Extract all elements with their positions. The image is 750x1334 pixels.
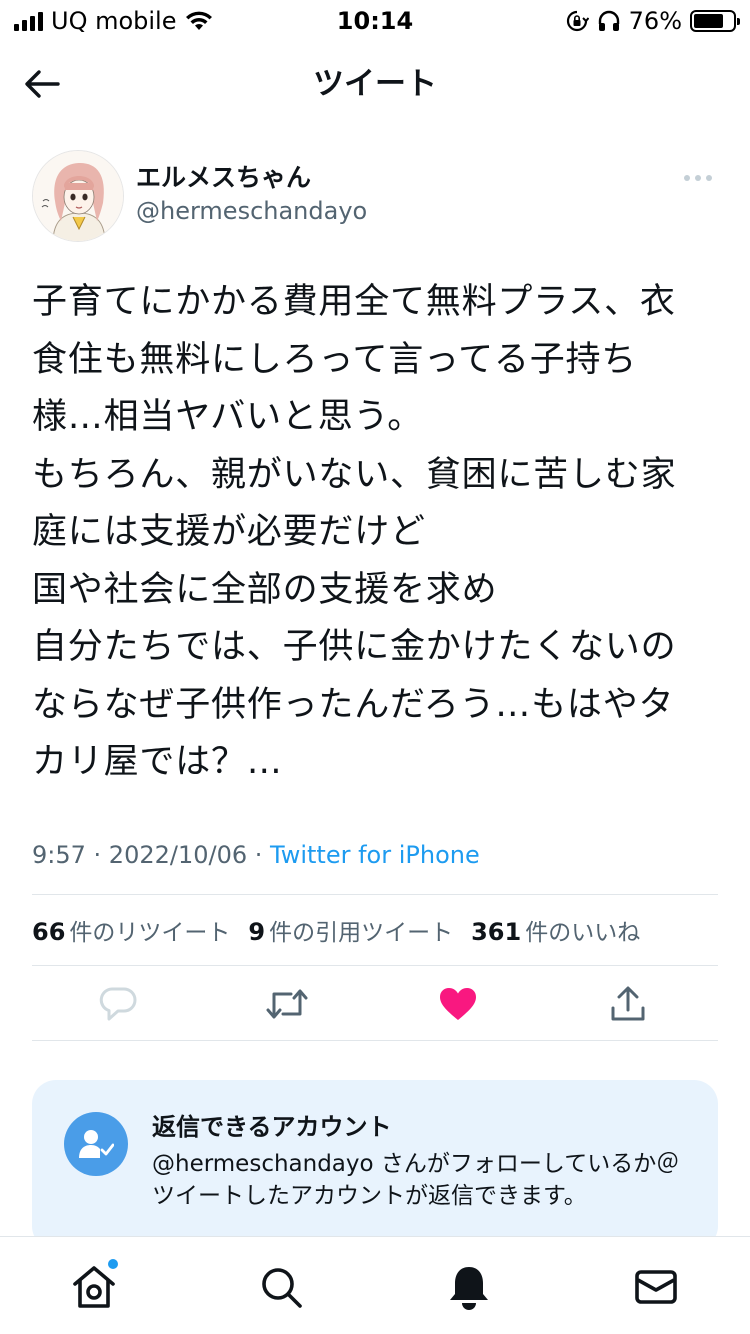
- orientation-lock-icon: [566, 10, 589, 32]
- retweet-icon: [266, 989, 308, 1019]
- divider: [32, 965, 718, 966]
- tweet-time[interactable]: 9:57: [32, 841, 86, 869]
- share-icon: [611, 986, 645, 1021]
- meta-separator: ·: [247, 841, 271, 869]
- retweets-label: 件のリツイート: [69, 920, 231, 946]
- tweet-text-line: 庭には支援が必要だけど: [32, 512, 426, 552]
- battery-percent: 76%: [628, 7, 682, 35]
- tweet-timestamp: 9:57 · 2022/10/06 · Twitter for iPhone: [32, 838, 480, 872]
- home-notification-badge: [108, 1259, 118, 1269]
- user-handle[interactable]: @hermeschandayo: [136, 196, 367, 226]
- tweet-text-line: 子育てにかかる費用全て無料プラス、衣: [32, 282, 676, 322]
- bell-icon: [450, 1267, 488, 1310]
- tweet-stats: 66 件のリツイート 9 件の引用ツイート 361 件のいいね: [32, 912, 640, 948]
- reply-restriction-icon: [64, 1112, 128, 1176]
- display-name[interactable]: エルメスちゃん: [136, 162, 311, 194]
- divider: [32, 894, 718, 895]
- likes-stat[interactable]: 361 件のいいね: [471, 913, 640, 947]
- tab-notifications[interactable]: [441, 1259, 497, 1315]
- person-check-icon: [79, 1130, 114, 1158]
- tab-messages[interactable]: [628, 1259, 684, 1315]
- home-icon: [73, 1266, 115, 1308]
- reply-button[interactable]: [94, 980, 142, 1028]
- tab-home[interactable]: [66, 1259, 122, 1315]
- more-options-button[interactable]: [678, 168, 718, 188]
- headphones-icon: [598, 10, 619, 31]
- status-bar: UQ mobile 10:14 76%: [0, 0, 750, 44]
- bottom-tab-bar: [0, 1236, 750, 1334]
- likes-label: 件のいいね: [525, 920, 641, 946]
- tweet-author: エルメスちゃん @hermeschandayo: [32, 150, 718, 245]
- top-nav-bar: ツイート: [0, 44, 750, 124]
- speech-bubble-icon: [99, 987, 137, 1021]
- tab-search[interactable]: [253, 1259, 309, 1315]
- avatar[interactable]: [32, 150, 124, 242]
- tweet-date[interactable]: 2022/10/06: [109, 841, 247, 869]
- share-button[interactable]: [604, 980, 652, 1028]
- tweet-source-link[interactable]: Twitter for iPhone: [270, 841, 480, 869]
- tweet-text: 子育てにかかる費用全て無料プラス、衣 食住も無料にしろって言ってる子持ち 様…相…: [32, 274, 722, 792]
- tweet-actions: [32, 968, 718, 1040]
- avatar-illustration: [33, 151, 123, 241]
- tweet-text-line: ならなぜ子供作ったんだろう…もはやタ: [32, 684, 675, 725]
- retweet-button[interactable]: [263, 980, 311, 1028]
- envelope-icon: [635, 1270, 677, 1304]
- tweet-text-line: もちろん、親がいない、貧困に苦しむ家: [32, 454, 677, 495]
- reply-restriction-card: 返信できるアカウント @hermeschandayo さんがフォローしているか＠…: [32, 1080, 718, 1250]
- quotes-label: 件の引用ツイート: [269, 920, 454, 946]
- search-icon: [262, 1268, 302, 1308]
- battery-icon: [690, 10, 740, 32]
- more-dots-icon: [684, 175, 690, 181]
- quotes-count: 9: [248, 918, 266, 946]
- battery-fill: [694, 14, 723, 28]
- meta-separator: ·: [85, 841, 109, 869]
- tweet-text-line: 自分たちでは、子供に金かけたくないの: [32, 627, 677, 667]
- likes-count: 361: [471, 918, 522, 946]
- like-button[interactable]: [434, 980, 482, 1028]
- reply-restriction-title: 返信できるアカウント: [152, 1113, 392, 1141]
- reply-restriction-description: @hermeschandayo さんがフォローしているか＠ツイートしたアカウント…: [152, 1151, 680, 1209]
- tweet-text-line: 食住も無料にしろって言ってる子持ち: [32, 339, 638, 380]
- retweets-stat[interactable]: 66 件のリツイート: [32, 913, 230, 947]
- quotes-stat[interactable]: 9 件の引用ツイート: [248, 913, 453, 947]
- status-right: 76%: [565, 6, 740, 36]
- tweet-text-line: カリ屋では？…: [32, 742, 283, 782]
- tweet-text-line: 様…相当ヤバいと思う。: [32, 397, 424, 437]
- divider: [32, 1040, 718, 1041]
- page-title: ツイート: [313, 66, 437, 102]
- tweet-text-line: 国や社会に全部の支援を求め: [32, 569, 498, 610]
- heart-icon: [440, 988, 476, 1020]
- retweets-count: 66: [32, 918, 66, 946]
